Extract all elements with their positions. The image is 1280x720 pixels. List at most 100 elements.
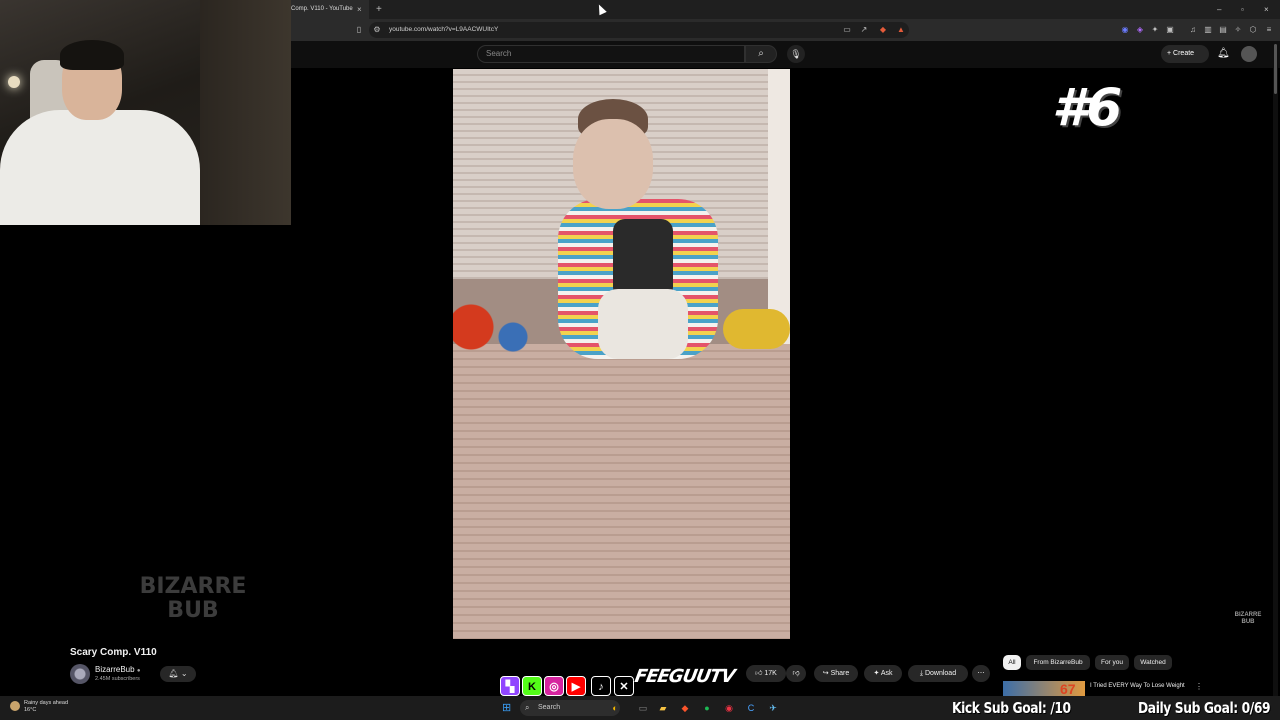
daily-sub-goal: Daily Sub Goal: 0/69 — [1138, 699, 1271, 717]
microphone-icon: 🎙︎ — [790, 49, 802, 59]
video-title: Scary Comp. V110 — [70, 647, 157, 658]
account-avatar[interactable] — [1241, 46, 1257, 62]
browser-toolbar: ▯ youtube.com/watch?v=L9AACWUItcY ⚙ ▭ ↗ … — [291, 19, 1280, 41]
extension-icon[interactable]: ◈ — [1134, 23, 1146, 37]
chip-for-you[interactable]: For you — [1095, 655, 1129, 670]
ask-label: Ask — [880, 670, 893, 677]
new-tab-button[interactable]: + — [376, 0, 382, 19]
windows-start-icon[interactable]: ⊞ — [502, 702, 514, 714]
kick-icon: K — [522, 676, 542, 696]
search-placeholder: Search — [486, 49, 512, 58]
media-icon[interactable]: ♫ — [1187, 23, 1199, 37]
brave-icon[interactable]: ◆ — [678, 701, 692, 715]
x-icon: ✕ — [614, 676, 634, 696]
notifications-icon[interactable]: 🔔︎ — [1217, 45, 1230, 63]
steam-icon[interactable]: ✈ — [766, 701, 780, 715]
sidebar-icon[interactable]: ▥ — [1202, 23, 1214, 37]
menu-icon[interactable]: ≡ — [1263, 23, 1275, 37]
windows-taskbar: Rainy days ahead 16°C ⊞ Search ⌕ ◐ ▭ ▰ ◆… — [0, 696, 1280, 720]
dislike-button[interactable]: 👎︎ — [786, 665, 806, 682]
browser-tab-bar: Comp. V110 - YouTube × + – ▫ × — [291, 0, 1280, 19]
kick-sub-goal: Kick Sub Goal: /10 — [952, 699, 1071, 717]
app-icon[interactable]: C — [744, 701, 758, 715]
channel-watermark: BIZARRE BUB — [139, 574, 247, 623]
share-icon: ↪ — [822, 670, 831, 677]
address-bar[interactable]: youtube.com/watch?v=L9AACWUItcY — [369, 22, 909, 38]
download-label: Download — [924, 670, 957, 677]
search-icon: ⌕ — [758, 48, 764, 59]
chrome-icon[interactable]: ◉ — [722, 701, 736, 715]
chip-watched[interactable]: Watched — [1134, 655, 1172, 670]
bookmark-icon[interactable]: ▯ — [353, 23, 365, 37]
twitch-icon: ▚ — [500, 676, 520, 696]
rewards-icon[interactable]: ▲ — [895, 23, 907, 37]
bell-icon: 🔔︎ ⌄ — [168, 669, 188, 678]
restore-button[interactable]: ▫ — [1241, 0, 1244, 19]
channel-avatar[interactable] — [70, 664, 90, 684]
install-icon[interactable]: ▭ — [841, 23, 853, 37]
social-handle: FEEGUUTV — [633, 666, 736, 687]
extension-icon[interactable]: ▣ — [1164, 23, 1176, 37]
share-button[interactable]: ↪ Share — [814, 665, 858, 682]
sparkle-icon: ✦ — [873, 670, 881, 677]
scrollbar-thumb[interactable] — [1274, 44, 1277, 94]
spotify-icon[interactable]: ● — [700, 701, 714, 715]
share-page-icon[interactable]: ↗ — [858, 23, 870, 37]
thumbnail-text: 67 — [1060, 681, 1076, 697]
streamer-webcam — [0, 0, 291, 225]
leo-icon[interactable]: ✧ — [1232, 23, 1244, 37]
taskbar-search[interactable]: Search — [520, 700, 620, 716]
extension-icon[interactable]: ◉ — [1119, 23, 1131, 37]
weather-temp: 16°C — [24, 707, 37, 713]
weather-icon[interactable] — [10, 701, 20, 711]
taskbar-search-label: Search — [538, 704, 561, 711]
youtube-header: Search ⌕ 🎙︎ + Create 🔔︎ — [291, 41, 1280, 68]
ask-button[interactable]: ✦ Ask — [864, 665, 902, 682]
close-window-button[interactable]: × — [1264, 0, 1269, 19]
extension-icon[interactable]: ✦ — [1149, 23, 1161, 37]
thumbs-down-icon: 👎︎ — [792, 670, 800, 677]
site-info-icon[interactable]: ⚙ — [371, 23, 383, 37]
voice-search-button[interactable]: 🎙︎ — [787, 45, 805, 63]
url-text: youtube.com/watch?v=L9AACWUItcY — [389, 26, 499, 33]
chip-all[interactable]: All — [1003, 655, 1021, 670]
share-label: Share — [830, 670, 850, 677]
video-player[interactable] — [453, 69, 790, 639]
file-explorer-icon[interactable]: ▰ — [656, 701, 670, 715]
weather-widget[interactable]: Rainy days ahead 16°C — [24, 700, 68, 714]
brave-shield-icon[interactable]: ◆ — [877, 23, 889, 37]
close-tab-icon[interactable]: × — [357, 0, 362, 19]
search-input[interactable]: Search — [477, 45, 745, 63]
channel-name-text: BizarreBub — [95, 665, 135, 674]
minimize-button[interactable]: – — [1217, 0, 1221, 19]
recommended-video-title[interactable]: I Tried EVERY Way To Lose Weight — [1090, 682, 1200, 690]
channel-watermark-small: BIZARRE BUB — [1234, 612, 1262, 625]
chip-from-channel[interactable]: From BizarreBub — [1026, 655, 1090, 670]
thumbs-up-icon: 👍︎ — [755, 670, 765, 677]
tiktok-icon: ♪ — [591, 676, 611, 696]
more-actions-button[interactable]: ⋯ — [972, 665, 990, 682]
search-icon: ⌕ — [525, 703, 530, 712]
weather-text: Rainy days ahead — [24, 700, 69, 706]
verified-icon: ● — [136, 668, 141, 674]
vpn-icon[interactable]: ⬡ — [1247, 23, 1259, 37]
channel-name[interactable]: BizarreBub ● — [95, 665, 140, 674]
page-scrollbar[interactable] — [1273, 41, 1278, 696]
rank-overlay: #6 — [1052, 78, 1122, 138]
subscriber-count: 2.45M subscribers — [95, 676, 140, 682]
youtube-icon: ▶ — [566, 676, 586, 696]
like-button[interactable]: 👍︎ 17K — [746, 665, 786, 682]
more-icon: ⋯ — [977, 670, 985, 677]
task-view-icon[interactable]: ▭ — [636, 701, 650, 715]
search-button[interactable]: ⌕ — [745, 45, 777, 63]
create-button[interactable]: + Create — [1161, 45, 1209, 63]
tab-title: Comp. V110 - YouTube — [291, 6, 353, 12]
instagram-icon: ◎ — [544, 676, 564, 696]
copilot-icon[interactable]: ◐ — [608, 701, 622, 715]
download-button[interactable]: ⤓ Download — [908, 665, 968, 682]
subscription-bell-button[interactable]: 🔔︎ ⌄ — [160, 666, 196, 682]
recommendation-menu-icon[interactable]: ⋮ — [1195, 682, 1203, 691]
create-label: Create — [1173, 50, 1195, 57]
wallet-icon[interactable]: ▤ — [1217, 23, 1229, 37]
like-count: 17K — [764, 670, 777, 677]
